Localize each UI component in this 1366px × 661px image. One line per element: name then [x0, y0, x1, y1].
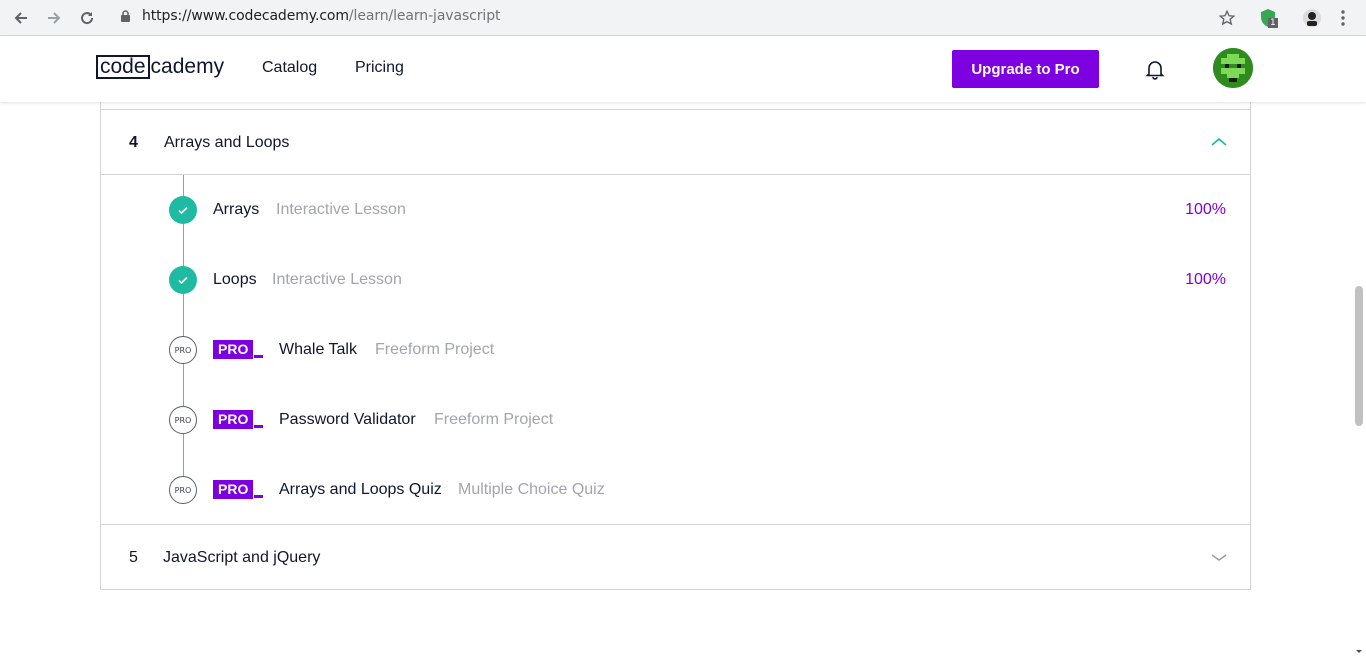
lesson-type: Freeform Project — [434, 411, 554, 428]
module-number: 4 — [129, 134, 138, 151]
module-5-header[interactable]: 5 JavaScript and jQuery — [100, 524, 1251, 590]
page-scrollbar[interactable] — [1352, 36, 1366, 661]
pro-badge: PRO — [213, 410, 254, 429]
extension-button[interactable]: 1 — [1255, 6, 1281, 30]
back-button[interactable] — [9, 6, 33, 30]
completed-check-icon — [169, 196, 197, 224]
reload-button[interactable] — [75, 6, 99, 30]
pro-badge: PRO — [213, 340, 254, 359]
lesson-row-arrays-loops-quiz[interactable]: PRO PRO Arrays and Loops Quiz Multiple C… — [101, 469, 1250, 509]
lesson-type: Freeform Project — [375, 341, 495, 358]
star-icon — [1218, 9, 1236, 26]
address-bar[interactable]: https://www.codecademy.com/learn/learn-j… — [142, 8, 500, 24]
module-4-lessons: Arrays Interactive Lesson 100% Loops Int… — [100, 175, 1251, 525]
extension-badge: 1 — [1268, 18, 1278, 28]
chevron-up-icon[interactable] — [1210, 136, 1228, 148]
pro-lock-circle-icon: PRO — [169, 336, 197, 364]
url-path: /learn/learn-javascript — [348, 8, 501, 24]
pro-cursor-mark — [254, 495, 263, 498]
pro-lock-circle-icon: PRO — [169, 476, 197, 504]
lesson-row-loops[interactable]: Loops Interactive Lesson 100% — [101, 259, 1250, 299]
completed-check-icon — [169, 266, 197, 294]
lesson-title[interactable]: Arrays and Loops Quiz — [279, 481, 442, 499]
chevron-down-icon[interactable] — [1210, 551, 1228, 563]
module-4-header[interactable]: 4 Arrays and Loops — [100, 109, 1251, 175]
nav-catalog[interactable]: Catalog — [262, 59, 317, 77]
pro-badge: PRO — [213, 480, 254, 499]
forward-arrow-icon — [48, 12, 61, 24]
pro-cursor-mark — [254, 355, 263, 358]
previous-module-edge — [100, 102, 1251, 109]
nav-pricing[interactable]: Pricing — [355, 59, 404, 77]
lesson-progress: 100% — [1185, 201, 1226, 218]
lesson-title[interactable]: Arrays — [213, 201, 259, 219]
logo-rest-text: cademy — [150, 55, 225, 78]
scroll-down-arrow-icon[interactable] — [1352, 647, 1366, 657]
lesson-row-password-validator[interactable]: PRO PRO Password Validator Freeform Proj… — [101, 399, 1250, 439]
pro-cursor-mark — [254, 425, 263, 428]
user-avatar[interactable] — [1213, 48, 1253, 88]
module-title: Arrays and Loops — [164, 134, 290, 151]
module-title: JavaScript and jQuery — [163, 549, 321, 566]
notifications-bell-icon[interactable] — [1143, 57, 1167, 81]
bookmark-star-button[interactable] — [1215, 6, 1239, 30]
lesson-progress: 100% — [1185, 271, 1226, 288]
pro-lock-circle-icon: PRO — [169, 406, 197, 434]
logo-box-text: code — [96, 55, 150, 79]
module-number: 5 — [129, 549, 138, 566]
lesson-title[interactable]: Loops — [213, 271, 257, 289]
site-header: code cademy Catalog Pricing Upgrade to Pr… — [0, 36, 1366, 102]
browser-menu-button[interactable] — [1333, 6, 1353, 30]
pixel-avatar-icon — [1213, 48, 1253, 88]
upgrade-to-pro-button[interactable]: Upgrade to Pro — [952, 50, 1099, 88]
lock-icon — [120, 10, 131, 28]
lesson-type: Interactive Lesson — [276, 201, 406, 218]
kebab-menu-icon — [1341, 10, 1345, 26]
url-host: https://www.codecademy.com — [142, 8, 349, 24]
lesson-row-whale-talk[interactable]: PRO PRO Whale Talk Freeform Project — [101, 329, 1250, 369]
back-arrow-icon — [14, 12, 27, 24]
forward-button[interactable] — [42, 6, 66, 30]
lesson-row-arrays[interactable]: Arrays Interactive Lesson 100% — [101, 189, 1250, 229]
scrollbar-thumb[interactable] — [1355, 286, 1363, 426]
lesson-title[interactable]: Whale Talk — [279, 341, 357, 359]
codecademy-logo[interactable]: code cademy — [96, 53, 224, 81]
lesson-title[interactable]: Password Validator — [279, 411, 416, 429]
browser-toolbar: https://www.codecademy.com/learn/learn-j… — [0, 0, 1366, 36]
profile-button[interactable] — [1300, 6, 1324, 30]
lesson-type: Interactive Lesson — [272, 271, 402, 288]
lesson-type: Multiple Choice Quiz — [458, 481, 605, 498]
profile-avatar-icon — [1303, 9, 1321, 27]
reload-icon — [81, 12, 94, 25]
